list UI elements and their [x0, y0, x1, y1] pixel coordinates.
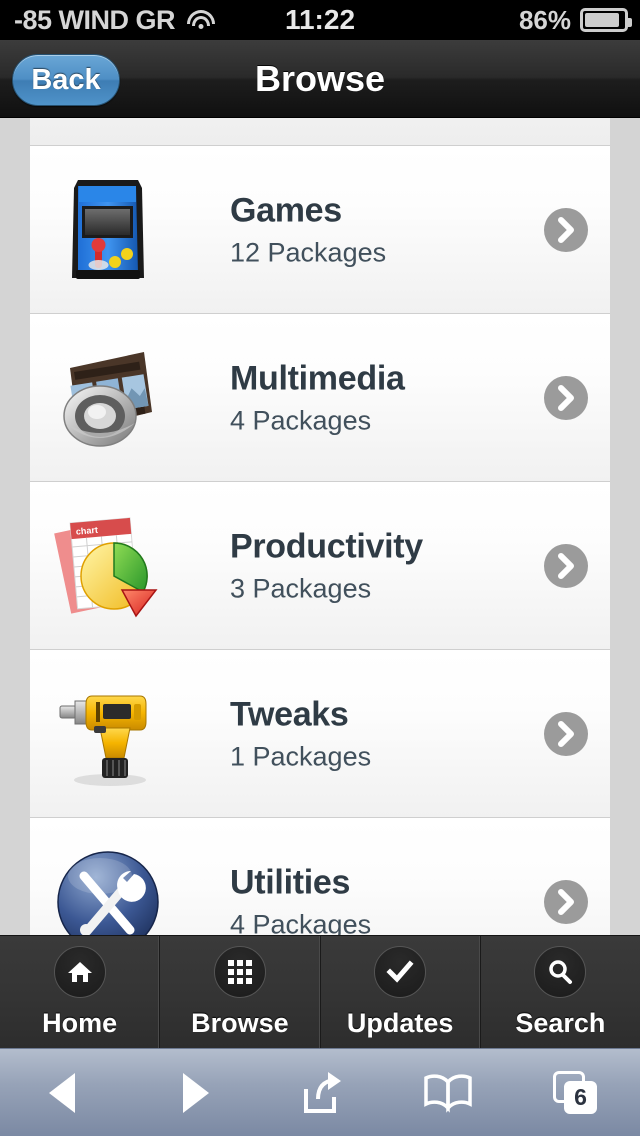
list-item-title: Tweaks: [230, 694, 349, 733]
list-item-utilities[interactable]: Utilities 4 Packages: [30, 818, 610, 935]
list-item-tweaks[interactable]: Tweaks 1 Packages: [30, 650, 610, 818]
battery-icon: [580, 8, 632, 32]
tab-label: Updates: [346, 1007, 454, 1038]
list-item-text: Tweaks 1 Packages: [230, 695, 371, 772]
tab-search[interactable]: Search: [481, 936, 640, 1048]
list-item-productivity[interactable]: chart Productivity 3 Packages: [30, 482, 610, 650]
list-item-subtitle: 4 Packages: [230, 909, 372, 935]
checkmark-icon: [374, 945, 427, 998]
power-drill-icon: [48, 674, 168, 794]
page-title: Browse: [254, 58, 386, 99]
battery-percent-label: 86%: [518, 4, 571, 35]
list-item-title: Games: [230, 190, 342, 229]
grid-icon: [213, 945, 266, 998]
list-item-text: Utilities 4 Packages: [230, 863, 371, 935]
forward-arrow-icon[interactable]: [128, 1049, 256, 1136]
list-item-subtitle: 1 Packages: [230, 741, 372, 772]
film-speaker-icon: [48, 338, 168, 458]
category-list: Games 12 Packages Multimedia 4 Packages …: [30, 118, 610, 935]
share-icon[interactable]: [256, 1049, 384, 1136]
chevron-right-icon[interactable]: [544, 207, 588, 252]
arcade-cabinet-icon: [48, 170, 168, 290]
navigation-bar: Back Browse: [0, 40, 640, 118]
chevron-right-icon[interactable]: [544, 879, 588, 924]
tabs-icon[interactable]: 6: [512, 1049, 640, 1136]
list-item-subtitle: 4 Packages: [230, 405, 372, 436]
status-bar-right: 86%: [518, 0, 632, 40]
search-icon: [534, 945, 587, 998]
chart-spreadsheet-icon: chart: [48, 506, 168, 626]
back-arrow-icon[interactable]: [0, 1049, 128, 1136]
tab-label: Search: [515, 1007, 606, 1038]
tab-updates[interactable]: Updates: [321, 936, 481, 1048]
tab-label: Home: [42, 1007, 118, 1038]
list-item-title: Utilities: [230, 862, 351, 901]
list-item-subtitle: 3 Packages: [230, 573, 372, 604]
bookmarks-icon[interactable]: [384, 1049, 512, 1136]
tab-count-badge: 6: [564, 1080, 597, 1114]
list-item-text: Games 12 Packages: [230, 191, 386, 268]
home-icon: [53, 945, 106, 998]
iphone-screen: -85 WIND GR 11:22 86% Back Browse Games …: [0, 0, 640, 1136]
tab-home[interactable]: Home: [0, 936, 161, 1048]
list-item-subtitle: 12 Packages: [230, 237, 387, 268]
list-item-title: Multimedia: [230, 358, 405, 397]
tools-sphere-icon: [48, 842, 168, 935]
list-item-multimedia[interactable]: Multimedia 4 Packages: [30, 314, 610, 482]
list-item-partial-top[interactable]: [30, 118, 610, 146]
status-bar: -85 WIND GR 11:22 86%: [0, 0, 640, 40]
tab-label: Browse: [191, 1007, 289, 1038]
list-item-text: Productivity 3 Packages: [230, 527, 423, 604]
scroll-content[interactable]: Games 12 Packages Multimedia 4 Packages …: [0, 118, 640, 935]
tab-bar: Home Browse Updates Search: [0, 935, 640, 1048]
list-item-title: Productivity: [230, 526, 423, 565]
tab-browse[interactable]: Browse: [160, 936, 321, 1048]
svg-text:chart: chart: [75, 524, 98, 536]
list-item-games[interactable]: Games 12 Packages: [30, 146, 610, 314]
list-item-text: Multimedia 4 Packages: [230, 359, 405, 436]
browser-toolbar: 6: [0, 1048, 640, 1136]
chevron-right-icon[interactable]: [544, 375, 588, 420]
chevron-right-icon[interactable]: [544, 543, 588, 588]
chevron-right-icon[interactable]: [544, 711, 588, 756]
